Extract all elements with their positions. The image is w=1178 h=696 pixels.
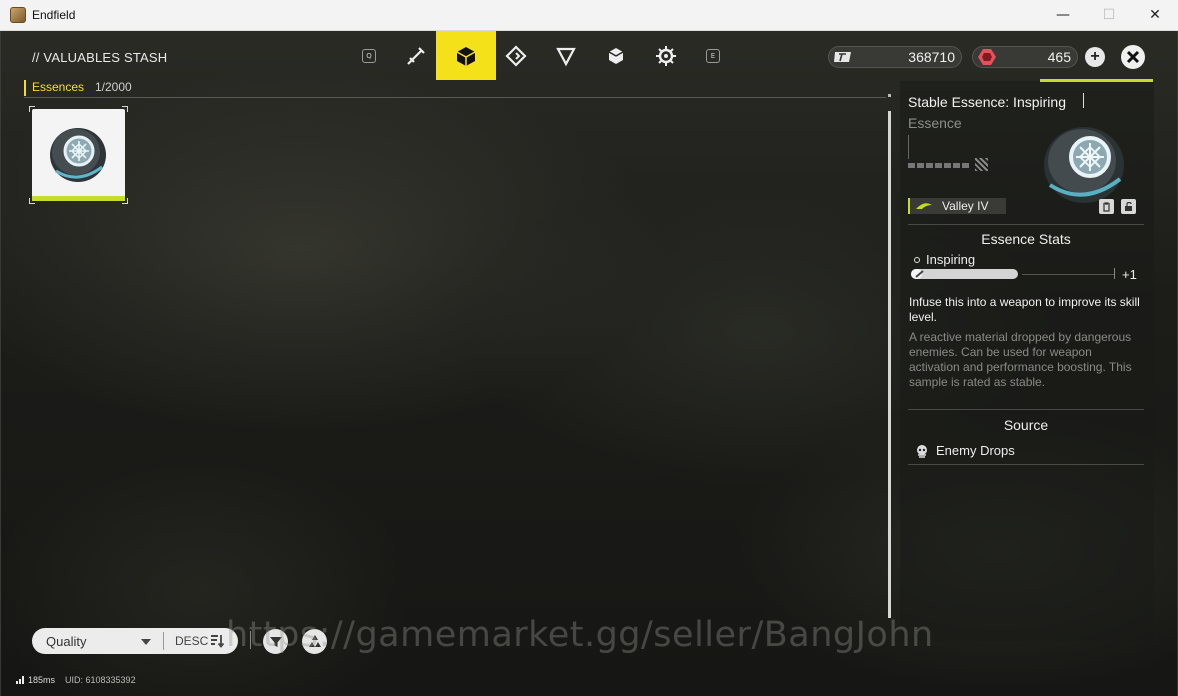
- page-title: // VALUABLES STASH: [32, 50, 168, 65]
- status-bar: 185ms UID: 6108335392: [16, 675, 136, 685]
- prev-tab-key-hint[interactable]: Q: [362, 49, 376, 63]
- ping-value: 185ms: [28, 675, 56, 685]
- sort-field-select[interactable]: Quality: [46, 634, 86, 649]
- item-slot-essence[interactable]: [29, 106, 128, 204]
- stat-track-tick: [1114, 268, 1115, 279]
- diamond-tab-icon: [505, 44, 527, 67]
- source-entry[interactable]: Enemy Drops: [915, 443, 1015, 458]
- close-window-button[interactable]: ✕: [1132, 0, 1178, 31]
- essence-stats-heading: Essence Stats: [981, 231, 1071, 247]
- discard-button[interactable]: [1099, 199, 1114, 214]
- user-id: UID: 6108335392: [65, 675, 136, 685]
- sort-direction-toggle[interactable]: DESC: [175, 634, 208, 648]
- currency-voucher[interactable]: 368710: [828, 46, 962, 68]
- enemy-drop-icon: [917, 444, 927, 458]
- maximize-button[interactable]: ☐: [1086, 0, 1132, 31]
- stat-bullet: [914, 257, 920, 263]
- region-tag: Valley IV: [908, 198, 1006, 214]
- detail-item-name: Stable Essence: Inspiring: [908, 94, 1066, 110]
- region-name: Valley IV: [942, 199, 989, 213]
- voucher-icon: [833, 47, 853, 67]
- divider: [908, 224, 1144, 225]
- card-corner: [29, 106, 35, 112]
- stat-bonus: +1: [1122, 267, 1137, 282]
- detail-deco-code: [975, 158, 988, 171]
- sort-order-icon: [211, 635, 224, 648]
- sort-control[interactable]: Quality DESC: [32, 628, 238, 654]
- chevron-down-icon: [141, 639, 151, 645]
- stat-pen-icon: [915, 270, 924, 278]
- lock-button[interactable]: [1121, 199, 1136, 214]
- stat-name: Inspiring: [926, 252, 976, 267]
- detail-title-divider: [1083, 93, 1084, 108]
- item-description: Infuse this into a weapon to improve its…: [909, 295, 1140, 324]
- close-stash-button[interactable]: [1121, 45, 1145, 69]
- detail-deco-bars: [908, 163, 970, 168]
- category-count: 1/2000: [95, 80, 132, 94]
- detail-accent-bar: [1040, 79, 1153, 82]
- rarity-bar: [32, 196, 125, 201]
- originium-amount: 465: [1047, 49, 1071, 65]
- category-header: Essences 1/2000: [24, 78, 891, 98]
- category-end-dot: [888, 94, 891, 97]
- detail-item-type: Essence: [908, 115, 962, 131]
- divider: [908, 409, 1144, 410]
- window-title: Endfield: [32, 8, 76, 22]
- stat-track-line: [1022, 274, 1114, 275]
- triangle-tab-icon: [556, 47, 576, 66]
- stat-level-bar: [911, 269, 1018, 279]
- close-icon: [1126, 50, 1140, 64]
- watermark-text: https://gamemarket.gg/seller/BangJohn: [226, 615, 934, 655]
- cube-tab-icon: [456, 46, 476, 66]
- originium-icon: [977, 47, 997, 67]
- unlock-icon: [1125, 201, 1132, 211]
- detail-deco-line: [908, 135, 909, 159]
- source-heading: Source: [1003, 417, 1049, 433]
- window-controls: — ☐ ✕: [1040, 0, 1178, 31]
- essence-orb-icon: [46, 121, 110, 190]
- tab-parts[interactable]: [636, 31, 696, 80]
- card-corner: [122, 106, 128, 112]
- voucher-amount: 368710: [908, 49, 955, 65]
- divider: [908, 464, 1144, 465]
- add-currency-button[interactable]: +: [1085, 47, 1105, 67]
- source-name: Enemy Drops: [936, 443, 1015, 458]
- sort-divider: [163, 632, 164, 650]
- essence-orb-large-icon: [1040, 119, 1128, 210]
- minimize-button[interactable]: —: [1040, 0, 1086, 31]
- currency-originium[interactable]: 465: [972, 46, 1078, 68]
- item-flavor-text: A reactive material dropped by dangerous…: [909, 330, 1132, 389]
- signal-icon: [16, 676, 24, 684]
- category-marker: [24, 80, 26, 96]
- trash-icon: [1103, 201, 1110, 212]
- weapon-tab-icon: [407, 46, 425, 65]
- category-name[interactable]: Essences: [32, 80, 84, 94]
- gear-tab-icon: [656, 45, 676, 66]
- game-viewport: // VALUABLES STASH Q E 368710 465 + Esse…: [0, 31, 1178, 696]
- window-titlebar: Endfield — ☐ ✕: [0, 0, 1178, 31]
- box-tab-icon: [608, 47, 624, 64]
- region-icon: [916, 203, 932, 209]
- next-tab-key-hint[interactable]: E: [706, 49, 720, 63]
- app-icon: [10, 7, 26, 23]
- grid-scrollbar[interactable]: [888, 111, 891, 618]
